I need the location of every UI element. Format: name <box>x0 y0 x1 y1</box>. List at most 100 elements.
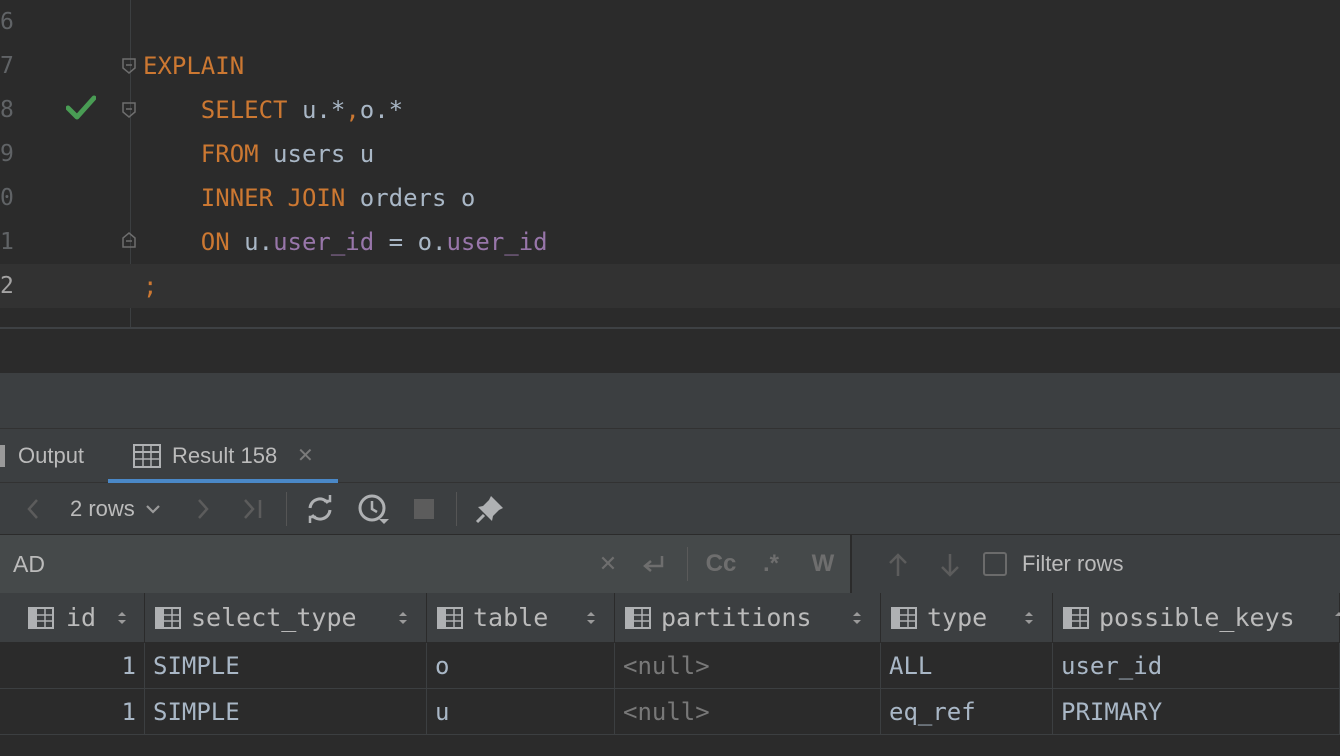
filter-rows-label: Filter rows <box>1022 551 1124 576</box>
code-text: INNER JOIN orders o <box>143 176 476 220</box>
code-token: orders o <box>359 184 476 212</box>
code-token: o.* <box>359 96 404 124</box>
code-line[interactable]: 7 EXPLAIN <box>0 44 1340 120</box>
code-token: u.* <box>301 96 346 124</box>
code-line[interactable]: 8 SELECT u.*,o.* <box>0 88 1340 132</box>
table-cell-null[interactable]: <null> <box>615 643 881 689</box>
filter-rows-checkbox[interactable] <box>983 552 1007 576</box>
code-text: SELECT u.*,o.* <box>143 88 403 132</box>
whole-words-toggle[interactable]: W <box>806 535 840 593</box>
table-cell[interactable]: eq_ref <box>881 689 1053 735</box>
new-line-icon[interactable] <box>638 535 668 593</box>
column-icon <box>891 607 917 629</box>
table-icon <box>133 444 161 468</box>
search-bar: AD ✕ Cc .* W Filter rows <box>0 535 1340 593</box>
search-separator <box>687 547 688 581</box>
code-line[interactable]: 0 INNER JOIN orders o <box>0 176 1340 220</box>
table-cell[interactable]: ALL <box>881 643 1053 689</box>
sort-icon[interactable] <box>585 610 597 626</box>
column-header-possible-keys[interactable]: possible_keys <box>1053 593 1340 643</box>
stop-icon[interactable] <box>412 483 436 535</box>
table-cell[interactable]: u <box>427 689 615 735</box>
code-token: user_id <box>446 228 548 256</box>
previous-page-icon[interactable] <box>20 483 46 535</box>
table-cell[interactable]: 1 <box>0 689 145 735</box>
column-header-type[interactable]: type <box>881 593 1053 643</box>
sql-editor[interactable]: 6 7 EXPLAIN 8 SELECT u.*,o.* 9 FROM user… <box>0 0 1340 329</box>
column-icon <box>1063 607 1089 629</box>
table-cell[interactable]: user_id <box>1053 643 1340 689</box>
code-text: ; <box>143 264 157 308</box>
column-icon <box>625 607 651 629</box>
fold-start-icon[interactable] <box>121 58 137 74</box>
code-token: EXPLAIN <box>143 52 245 80</box>
tab-output[interactable]: Output <box>18 429 84 483</box>
line-number: 2 <box>0 273 14 299</box>
table-cell[interactable]: PRIMARY <box>1053 689 1340 735</box>
history-clock-icon[interactable] <box>356 483 390 535</box>
column-header-table[interactable]: table <box>427 593 615 643</box>
line-number: 8 <box>0 97 14 123</box>
pin-tab-icon[interactable] <box>474 483 506 535</box>
column-header-label: table <box>473 603 549 632</box>
code-token: ; <box>143 272 158 300</box>
fold-end-icon[interactable] <box>121 232 137 248</box>
table-cell[interactable]: o <box>427 643 615 689</box>
rows-count-dropdown[interactable]: 2 rows <box>70 483 161 535</box>
code-token: FROM <box>143 140 274 168</box>
code-token: user_id <box>273 228 375 256</box>
toolbar-separator <box>456 492 457 526</box>
code-text: FROM users u <box>143 132 374 176</box>
output-tab-marker <box>0 445 5 467</box>
refresh-icon[interactable] <box>304 483 336 535</box>
fold-start-icon[interactable] <box>121 102 137 118</box>
regex-toggle[interactable]: .* <box>756 535 786 593</box>
line-number: 1 <box>0 229 14 255</box>
services-tab-bar: Output Result 158 ✕ <box>0 428 1340 483</box>
chevron-down-icon <box>146 505 160 514</box>
sort-icon[interactable] <box>116 610 128 626</box>
table-cell[interactable]: SIMPLE <box>145 643 427 689</box>
search-input-value: AD <box>13 551 45 577</box>
table-cell-null[interactable]: <null> <box>615 689 881 735</box>
code-line[interactable]: 6 <box>0 0 1340 44</box>
sort-icon[interactable] <box>1333 610 1340 626</box>
code-token: INNER JOIN <box>143 184 360 212</box>
table-cell[interactable]: SIMPLE <box>145 689 427 735</box>
column-header-label: id <box>66 603 97 632</box>
code-token: users u <box>273 140 375 168</box>
line-number: 0 <box>0 185 14 211</box>
previous-occurrence-icon[interactable] <box>882 535 914 593</box>
column-header-select-type[interactable]: select_type <box>145 593 427 643</box>
code-line-current[interactable]: 2 ; <box>0 264 1340 308</box>
rows-count-label: 2 rows <box>70 496 135 521</box>
code-line[interactable]: 9 FROM users u <box>0 132 1340 176</box>
sort-icon[interactable] <box>851 610 863 626</box>
match-case-toggle[interactable]: Cc <box>702 535 740 593</box>
line-number: 9 <box>0 141 14 167</box>
code-token: u. <box>244 228 274 256</box>
sort-icon[interactable] <box>397 610 409 626</box>
column-header-partitions[interactable]: partitions <box>615 593 881 643</box>
line-number: 6 <box>0 9 14 35</box>
close-tab-icon[interactable]: ✕ <box>297 429 314 483</box>
code-token: = o. <box>374 228 447 256</box>
editor-spacer <box>0 329 1340 373</box>
code-text: ON u.user_id = o.user_id <box>143 220 548 264</box>
sort-icon[interactable] <box>1023 610 1035 626</box>
line-number: 7 <box>0 53 14 79</box>
last-page-icon[interactable] <box>240 483 266 535</box>
tab-result[interactable]: Result 158 <box>172 429 277 483</box>
result-toolbar: 2 rows <box>0 483 1340 535</box>
next-page-icon[interactable] <box>190 483 216 535</box>
table-cell[interactable]: 1 <box>0 643 145 689</box>
code-token: , <box>345 96 360 124</box>
code-line[interactable]: 1 ON u.user_id = o.user_id <box>0 220 1340 264</box>
clear-search-icon[interactable]: ✕ <box>596 535 620 593</box>
next-occurrence-icon[interactable] <box>934 535 966 593</box>
result-grid[interactable]: id select_type table partitions type pos… <box>0 593 1340 756</box>
column-header-id[interactable]: id <box>0 593 145 643</box>
column-header-label: partitions <box>661 603 812 632</box>
search-input[interactable]: AD ✕ Cc .* W <box>0 535 852 593</box>
column-header-label: possible_keys <box>1099 603 1295 632</box>
